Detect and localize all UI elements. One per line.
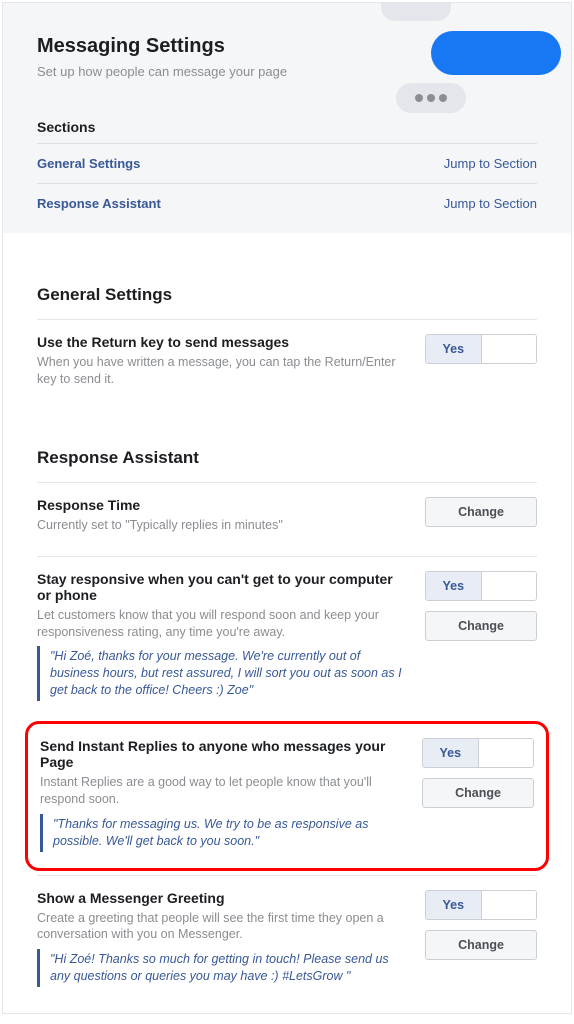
- messaging-settings-page: Messaging Settings Set up how people can…: [2, 2, 572, 1014]
- response-time-title: Response Time: [37, 497, 409, 513]
- toggle-off[interactable]: [479, 739, 534, 767]
- return-key-sub: When you have written a message, you can…: [37, 354, 409, 388]
- toggle-off[interactable]: [482, 335, 537, 363]
- greeting-title: Show a Messenger Greeting: [37, 890, 409, 906]
- greeting-change-button[interactable]: Change: [425, 930, 537, 960]
- toggle-yes[interactable]: Yes: [426, 335, 482, 363]
- response-assistant-heading: Response Assistant: [37, 448, 537, 468]
- stay-responsive-title: Stay responsive when you can't get to yo…: [37, 571, 409, 603]
- response-time-change-button[interactable]: Change: [425, 497, 537, 527]
- settings-body: General Settings Use the Return key to s…: [3, 233, 571, 1013]
- instant-replies-toggle[interactable]: Yes: [422, 738, 534, 768]
- instant-replies-quote: "Thanks for messaging us. We try to be a…: [40, 814, 406, 852]
- instant-replies-change-button[interactable]: Change: [422, 778, 534, 808]
- return-key-toggle[interactable]: Yes: [425, 334, 537, 364]
- setting-instant-replies: Send Instant Replies to anyone who messa…: [25, 721, 549, 871]
- return-key-title: Use the Return key to send messages: [37, 334, 409, 350]
- stay-responsive-change-button[interactable]: Change: [425, 611, 537, 641]
- stay-responsive-toggle[interactable]: Yes: [425, 571, 537, 601]
- section-link-general-label[interactable]: General Settings: [37, 156, 140, 171]
- sections-heading: Sections: [37, 119, 537, 144]
- stay-responsive-sub: Let customers know that you will respond…: [37, 607, 409, 641]
- jump-to-section-assistant[interactable]: Jump to Section: [444, 196, 537, 211]
- setting-response-time: Response Time Currently set to "Typicall…: [37, 482, 537, 556]
- instant-replies-title: Send Instant Replies to anyone who messa…: [40, 738, 406, 770]
- setting-messenger-greeting: Show a Messenger Greeting Create a greet…: [37, 875, 537, 1004]
- toggle-yes[interactable]: Yes: [426, 572, 482, 600]
- greeting-sub: Create a greeting that people will see t…: [37, 910, 409, 944]
- response-time-sub: Currently set to "Typically replies in m…: [37, 517, 409, 534]
- general-settings-heading: General Settings: [37, 285, 537, 305]
- setting-stay-responsive: Stay responsive when you can't get to yo…: [37, 556, 537, 717]
- greeting-toggle[interactable]: Yes: [425, 890, 537, 920]
- stay-responsive-quote: "Hi Zoé, thanks for your message. We're …: [37, 646, 409, 701]
- header-area: Messaging Settings Set up how people can…: [3, 3, 571, 233]
- jump-to-section-general[interactable]: Jump to Section: [444, 156, 537, 171]
- toggle-yes[interactable]: Yes: [423, 739, 479, 767]
- section-link-assistant-label[interactable]: Response Assistant: [37, 196, 161, 211]
- decoration-bubble-blue: [431, 31, 561, 75]
- toggle-off[interactable]: [482, 891, 537, 919]
- greeting-quote: "Hi Zoé! Thanks so much for getting in t…: [37, 949, 409, 987]
- section-link-general: General Settings Jump to Section: [37, 144, 537, 184]
- section-link-assistant: Response Assistant Jump to Section: [37, 184, 537, 223]
- setting-return-key: Use the Return key to send messages When…: [37, 319, 537, 410]
- instant-replies-sub: Instant Replies are a good way to let pe…: [40, 774, 406, 808]
- typing-indicator-icon: [396, 83, 466, 113]
- toggle-off[interactable]: [482, 572, 537, 600]
- decoration-bubble-gray: [381, 3, 451, 21]
- toggle-yes[interactable]: Yes: [426, 891, 482, 919]
